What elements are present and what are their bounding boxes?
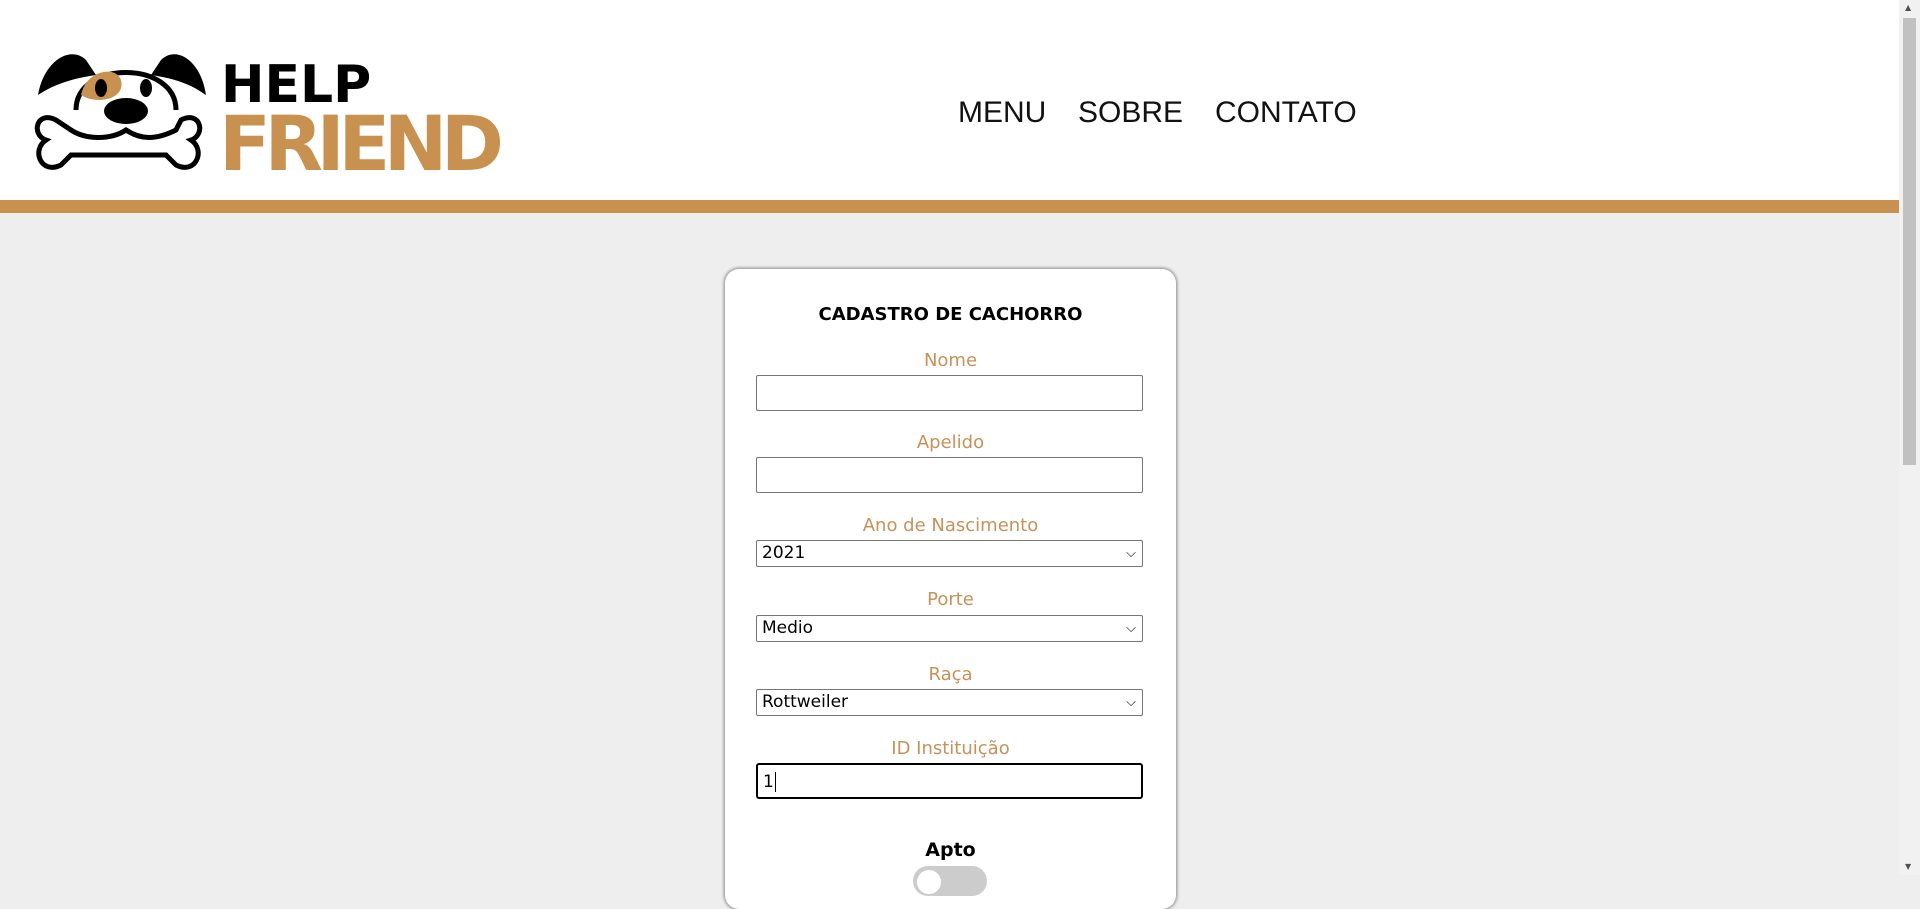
header-divider [0,200,1899,213]
raca-value: Rottweiler [762,692,849,712]
dog-registration-form: CADASTRO DE CACHORRO Nome Apelido Ano de… [725,269,1176,909]
instituicao-value: 1 [763,772,774,792]
scrollbar-thumb[interactable] [1903,18,1916,465]
porte-select[interactable]: Medio ⌵ [756,615,1143,642]
help-friend-logo[interactable]: HELP FRIEND [26,40,506,175]
nome-label: Nome [923,350,978,371]
apto-toggle[interactable] [913,866,987,896]
chevron-down-icon: ⌵ [1126,621,1136,636]
instituicao-input[interactable]: 1​ [756,763,1143,799]
scroll-down-icon[interactable]: ▼ [1905,862,1911,871]
logo-friend-text: FRIEND [219,99,504,175]
porte-label: Porte [927,589,974,610]
nav-contato[interactable]: CONTATO [1215,96,1357,130]
apelido-input[interactable] [756,457,1143,493]
text-cursor: ​ [774,772,776,792]
instituicao-label: ID Instituição [891,738,1010,759]
ano-label: Ano de Nascimento [862,515,1039,536]
chevron-down-icon: ⌵ [1126,546,1136,561]
header: HELP FRIEND MENU SOBRE CONTATO [0,0,1899,200]
nav-sobre[interactable]: SOBRE [1078,96,1183,130]
toggle-knob [917,870,941,894]
apto-label: Apto [925,839,976,861]
raca-label: Raça [928,664,973,685]
porte-value: Medio [762,618,814,638]
apelido-label: Apelido [916,432,985,453]
chevron-down-icon: ⌵ [1126,695,1136,710]
scrollbar[interactable]: ▲ ▼ [1899,0,1920,875]
ano-value: 2021 [762,543,806,563]
scroll-up-icon[interactable]: ▲ [1905,3,1911,12]
nav-menu[interactable]: MENU [958,96,1046,130]
nome-input[interactable] [756,375,1143,411]
raca-select[interactable]: Rottweiler ⌵ [756,689,1143,716]
dog-bone-icon [34,54,206,170]
form-title: CADASTRO DE CACHORRO [818,304,1083,325]
ano-select[interactable]: 2021 ⌵ [756,540,1143,567]
